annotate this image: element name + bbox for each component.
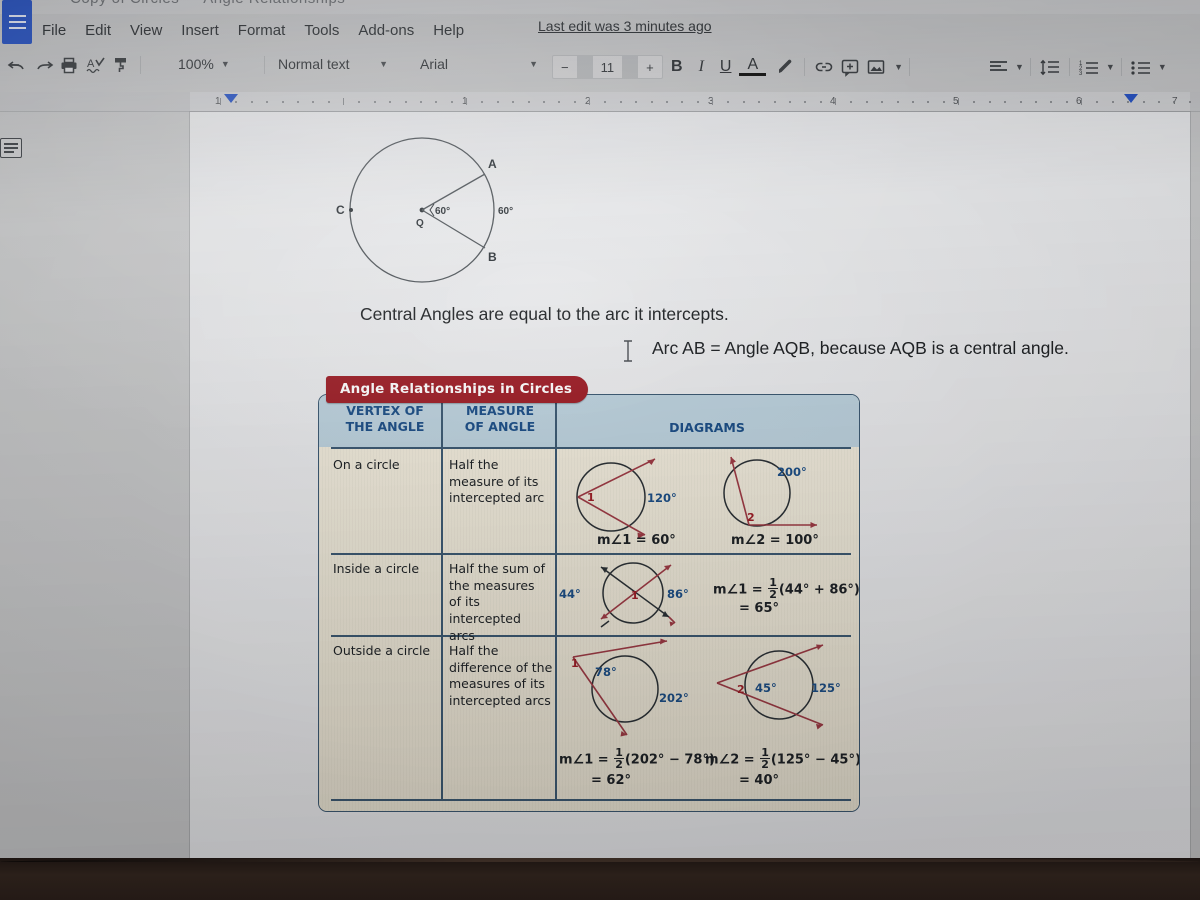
undo-icon[interactable]: [4, 52, 30, 78]
photographed-screen: Copy of Circles — Angle Relationships Fi…: [0, 0, 1200, 862]
arc-measure-label-right: 86°: [667, 587, 689, 601]
document-page[interactable]: A B C Q 60° 60° Central Angles are equal…: [190, 112, 1190, 858]
arc-measure-label: 120°: [647, 491, 677, 505]
desk-surface: [0, 858, 1200, 900]
svg-text:C: C: [336, 203, 345, 217]
arc-near-label: 45°: [755, 681, 777, 695]
align-left-icon[interactable]: [985, 54, 1011, 80]
font-size-value[interactable]: 11: [593, 60, 623, 75]
svg-text:A: A: [87, 58, 95, 70]
chevron-down-icon[interactable]: ▼: [1158, 62, 1167, 72]
insert-image-icon[interactable]: [863, 54, 889, 80]
font-family-dropdown[interactable]: Arial ▼: [420, 56, 538, 72]
right-indent-marker-icon[interactable]: [1124, 94, 1138, 103]
angle-number-label: 1: [571, 657, 579, 670]
arc-far-label: 125°: [811, 681, 841, 695]
row-vertex-on-a-circle: On a circle: [333, 457, 400, 472]
font-family-value: Arial: [420, 56, 449, 72]
menu-item-view[interactable]: View: [130, 22, 162, 39]
menu-bar: File Edit View Insert Format Tools Add-o…: [42, 14, 464, 46]
chevron-down-icon: ▼: [220, 59, 230, 69]
equation-row1-diagram2: m∠2 = 100°: [731, 533, 819, 548]
row-measure-inside-a-circle: Half the sum of the measures of its inte…: [449, 561, 546, 643]
menu-item-tools[interactable]: Tools: [304, 22, 339, 39]
table-header-measure: MEASURE OF ANGLE: [464, 403, 536, 434]
table-header-vertex: VERTEX OF THE ANGLE: [345, 403, 425, 434]
equation-row1-diagram1: m∠1 = 60°: [597, 533, 676, 548]
angle-number-label: 2: [737, 683, 745, 696]
paint-format-icon[interactable]: [108, 52, 134, 78]
central-angle-circle-figure: A B C Q 60° 60°: [330, 130, 540, 290]
table-banner-title: Angle Relationships in Circles: [326, 376, 589, 403]
menu-item-help[interactable]: Help: [433, 22, 464, 39]
row-measure-on-a-circle: Half the measure of its intercepted arc: [449, 457, 545, 506]
arc-measure-label: 200°: [777, 465, 807, 479]
add-comment-icon[interactable]: [837, 54, 863, 80]
figure-arc-label: 60°: [498, 206, 513, 217]
underline-button[interactable]: U: [712, 58, 740, 76]
svg-text:A: A: [488, 157, 497, 171]
diagram-tangent-secant: [559, 637, 699, 741]
equation-row2-line2: = 65°: [739, 601, 780, 616]
docs-logo-icon[interactable]: [2, 0, 32, 44]
last-edit-status[interactable]: Last edit was 3 minutes ago: [538, 18, 712, 34]
svg-text:B: B: [488, 250, 497, 264]
numbered-list-icon[interactable]: 123: [1076, 54, 1102, 80]
bold-button[interactable]: B: [663, 58, 691, 76]
horizontal-ruler[interactable]: 1 1 2 3 4 5 6 7: [0, 92, 1200, 112]
row-vertex-outside-a-circle: Outside a circle: [333, 643, 431, 658]
font-size-increase-button[interactable]: +: [638, 60, 662, 75]
menu-item-add-ons[interactable]: Add-ons: [358, 22, 414, 39]
font-size-stepper[interactable]: − 11 +: [552, 55, 663, 79]
equation-row3-diagram2-result: = 40°: [739, 773, 780, 788]
document-title-ghost: Copy of Circles — Angle Relationships: [70, 0, 345, 7]
redo-icon[interactable]: [30, 52, 56, 78]
spellcheck-icon[interactable]: A: [82, 52, 108, 78]
paragraph-style-dropdown[interactable]: Normal text ▼: [278, 56, 388, 72]
text-cursor-icon: [622, 340, 634, 362]
angle-number-label: 2: [747, 511, 755, 524]
insert-link-icon[interactable]: [811, 54, 837, 80]
chevron-down-icon[interactable]: ▼: [894, 62, 903, 72]
text-color-button[interactable]: A: [739, 57, 767, 76]
chevron-down-icon: ▼: [529, 59, 538, 69]
menu-item-edit[interactable]: Edit: [85, 22, 111, 39]
window-title-strip: Copy of Circles — Angle Relationships: [0, 0, 1200, 14]
paragraph-style-value: Normal text: [278, 56, 350, 72]
highlight-pen-icon[interactable]: [772, 54, 798, 80]
svg-text:3: 3: [1079, 71, 1083, 77]
document-outline-icon[interactable]: [0, 138, 22, 158]
equation-row3-diagram1-result: = 62°: [591, 773, 632, 788]
table-header-diagrams: DIAGRAMS: [669, 420, 745, 435]
figure-angle-label: 60°: [435, 206, 450, 217]
svg-text:Q: Q: [416, 218, 424, 229]
angle-number-label: 1: [587, 491, 595, 504]
angle-relationships-table-image[interactable]: Angle Relationships in Circles VERTEX OF…: [318, 376, 860, 816]
paragraph-central-angles[interactable]: Central Angles are equal to the arc it i…: [360, 304, 729, 325]
arc-measure-label-left: 44°: [559, 587, 581, 601]
arc-far-label: 202°: [659, 691, 689, 705]
equation-row2-line1: m∠1 = 1 2 (44° + 86°): [713, 576, 860, 602]
menu-item-format[interactable]: Format: [238, 22, 286, 39]
font-size-decrease-button[interactable]: −: [553, 60, 577, 75]
chevron-down-icon[interactable]: ▼: [1015, 62, 1024, 72]
bulleted-list-icon[interactable]: [1128, 54, 1154, 80]
line-spacing-icon[interactable]: [1037, 54, 1063, 80]
zoom-dropdown[interactable]: 100% ▼: [178, 56, 230, 72]
print-icon[interactable]: [56, 52, 82, 78]
zoom-value: 100%: [178, 56, 214, 72]
chevron-down-icon[interactable]: ▼: [1106, 62, 1115, 72]
equation-row3-diagram1: m∠1 = 1 2 (202° − 78°): [559, 746, 715, 772]
menu-item-file[interactable]: File: [42, 22, 66, 39]
paragraph-arc-equals-angle[interactable]: Arc AB = Angle AQB, because AQB is a cen…: [652, 338, 1069, 359]
formatting-toolbar: A 100% ▼ Normal text ▼ Arial ▼ − 11 + B …: [0, 48, 1200, 86]
row-vertex-inside-a-circle: Inside a circle: [333, 561, 420, 576]
angle-number-label: 1: [631, 589, 639, 602]
italic-button[interactable]: I: [691, 58, 712, 76]
chevron-down-icon: ▼: [379, 59, 388, 69]
row-measure-outside-a-circle: Half the difference of the measures of i…: [449, 643, 553, 708]
menu-item-insert[interactable]: Insert: [181, 22, 219, 39]
equation-row3-diagram2: m∠2 = 1 2 (125° − 45°): [705, 746, 860, 772]
arc-near-label: 78°: [595, 665, 617, 679]
